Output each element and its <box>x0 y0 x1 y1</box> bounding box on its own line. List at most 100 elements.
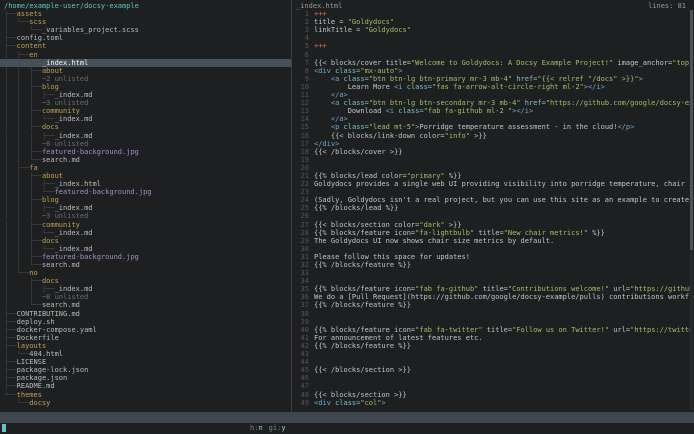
tree-guides: ├── <box>4 358 17 366</box>
tree-row[interactable]: │ │ ├──community <box>0 221 291 229</box>
tree-row[interactable]: ├──config.toml <box>0 34 291 42</box>
tree-row[interactable]: │ │ ├──_index.md <box>0 285 291 293</box>
tree-row[interactable]: │ │ │ └──featured-background.jpg <box>0 188 291 196</box>
preview-scrollbar[interactable] <box>690 10 693 410</box>
tree-row[interactable]: ├──layouts <box>0 342 291 350</box>
tree-guides: │ │ ├── <box>4 148 42 156</box>
mode-flag: gi:y <box>269 424 286 432</box>
tree-row[interactable]: │ │ │ ─2 unlisted <box>0 75 291 83</box>
line-number: 21 <box>296 172 309 180</box>
tree-row[interactable]: ├──docker-compose.yaml <box>0 326 291 334</box>
tree-row[interactable]: │ └──no <box>0 269 291 277</box>
tree-row[interactable]: │ │ ├──blog <box>0 196 291 204</box>
tree-row[interactable]: │ └──search.md <box>0 301 291 309</box>
tree-row[interactable]: │ │ ├──featured-background.jpg <box>0 148 291 156</box>
tree-row[interactable]: │ │ ├──about <box>0 172 291 180</box>
code-segment: <i <box>394 83 402 91</box>
tree-row[interactable]: │ │ │ ─8 unlisted <box>0 140 291 148</box>
tree-row[interactable]: │ │ │ ├──_index.md <box>0 204 291 212</box>
tree-guides: │ ├── <box>4 164 29 172</box>
tree-row[interactable]: │ │ ─8 unlisted <box>0 293 291 301</box>
tree-row[interactable]: │ │ └──search.md <box>0 261 291 269</box>
code-segment: The Goldydocs UI now shows chair size me… <box>314 237 554 245</box>
tree-row[interactable]: │ │ │ └──_index.md <box>0 115 291 123</box>
tree-guides: │ │ └── <box>4 261 42 269</box>
code-line: 22Goldydocs provides a single web UI pro… <box>292 180 694 188</box>
line-number: 9 <box>296 75 309 83</box>
tree-row[interactable]: │ │ │ └──_index.md <box>0 229 291 237</box>
code-segment: For announcement of latest features etc. <box>314 334 483 342</box>
line-number: 39 <box>296 318 309 326</box>
tree-row[interactable]: │ │ └──search.md <box>0 156 291 164</box>
tree-row[interactable]: │ │ ├──docs <box>0 123 291 131</box>
tree-row[interactable]: │ ├──docs <box>0 277 291 285</box>
code-segment: {{% /blocks/lead %}} <box>314 204 398 212</box>
tree-row[interactable]: ├──content <box>0 42 291 50</box>
tree-row[interactable]: ├──CONTRIBUTING.md <box>0 310 291 318</box>
tree-row[interactable]: │ │ ├──blog <box>0 83 291 91</box>
tree-row[interactable]: ├──assets <box>0 10 291 18</box>
tree-row[interactable]: │ │ │ └──_index.md <box>0 245 291 253</box>
tree-row[interactable]: │ ├──fa <box>0 164 291 172</box>
tree-row[interactable]: ├──LICENSE <box>0 358 291 366</box>
tree-row[interactable]: ├──README.md <box>0 382 291 390</box>
tree-item-label: LICENSE <box>17 358 47 366</box>
tree-guides: │ │ ├── <box>4 67 42 75</box>
tree-row[interactable]: │ │ ├──community <box>0 107 291 115</box>
tree-guides: │ │ │ ├── <box>4 204 55 212</box>
line-number: 32 <box>296 261 309 269</box>
code-segment: %}} <box>588 229 605 237</box>
code-line: 6 <box>292 51 694 59</box>
tree-root-path[interactable]: /home/example-user/docsy-example <box>0 2 291 10</box>
tree-row[interactable]: ├──package-lock.json <box>0 366 291 374</box>
tree-row[interactable]: │ │ ├──about <box>0 67 291 75</box>
tree-row[interactable]: └──themes <box>0 391 291 399</box>
tree-row[interactable]: │ │ ├──docs <box>0 237 291 245</box>
code-line: 47 <box>292 382 694 390</box>
tree-row[interactable]: ├──deploy.sh <box>0 318 291 326</box>
tree-row[interactable]: │ │ │ ├──_index.md <box>0 132 291 140</box>
code-line: 25{{% /blocks/lead %}} <box>292 204 694 212</box>
preview-scrollbar-thumb[interactable] <box>690 10 693 250</box>
search-input[interactable]: h:ngi:y <box>0 423 694 434</box>
tree-row[interactable]: │ └──404.html <box>0 350 291 358</box>
code-segment: href= <box>521 99 546 107</box>
tree-item-label: _index.md <box>55 91 93 99</box>
tree-item-label: en <box>29 51 37 59</box>
code-line: 16 {{< blocks/link-down color="info" >}} <box>292 132 694 140</box>
code-segment <box>314 91 331 99</box>
tree-row[interactable]: │ └──_variables_project.scss <box>0 26 291 34</box>
tree-row[interactable]: │ ├──en <box>0 51 291 59</box>
code-line: 11 </a> <box>292 91 694 99</box>
code-line: 3linkTitle = "Goldydocs" <box>292 26 694 34</box>
tree-row[interactable]: │ │ ├──_index.html <box>0 59 291 67</box>
tree-row[interactable]: ├──package.json <box>0 374 291 382</box>
flag-value: n <box>258 424 262 432</box>
tree-row[interactable]: ├──Dockerfile <box>0 334 291 342</box>
tree-item-label: scss <box>29 18 46 26</box>
code-segment: "fas fa-arrow-alt-circle-right ml-2" <box>432 83 584 91</box>
tree-row[interactable]: │ │ │ ├──_index.md <box>0 91 291 99</box>
tree-row[interactable]: │ │ ├──featured-background.jpg <box>0 253 291 261</box>
code-line: 21{{% blocks/lead color="primary" %}} <box>292 172 694 180</box>
code-segment: "btn btn-lg btn-secondary mr-3 mb-4" <box>369 99 521 107</box>
code-segment <box>314 123 331 131</box>
code-segment: "Goldydocs" <box>365 26 411 34</box>
tree-guides: ├── <box>4 366 17 374</box>
tree-item-label: themes <box>17 391 42 399</box>
tree-guides: ├── <box>4 42 17 50</box>
tree-row[interactable]: │ │ │ ─3 unlisted <box>0 212 291 220</box>
tree-guides: │ └── <box>4 350 29 358</box>
code-segment: > <box>381 399 385 407</box>
code-line: 48{{< blocks/section >}} <box>292 391 694 399</box>
code-segment: "col" <box>360 399 381 407</box>
tree-row[interactable]: │ └──scss <box>0 18 291 26</box>
code-segment: "info" <box>445 132 470 140</box>
tree-row[interactable]: │ │ │ ─3 unlisted <box>0 99 291 107</box>
tree-row[interactable]: └──docsy <box>0 399 291 407</box>
code-segment: "fab fa-github ml-2 " <box>424 107 513 115</box>
tree-item-label: _index.md <box>55 229 93 237</box>
code-line: 4 <box>292 34 694 42</box>
tree-row[interactable]: │ │ │ ├──_index.html <box>0 180 291 188</box>
tree-guides: └── <box>4 399 29 407</box>
